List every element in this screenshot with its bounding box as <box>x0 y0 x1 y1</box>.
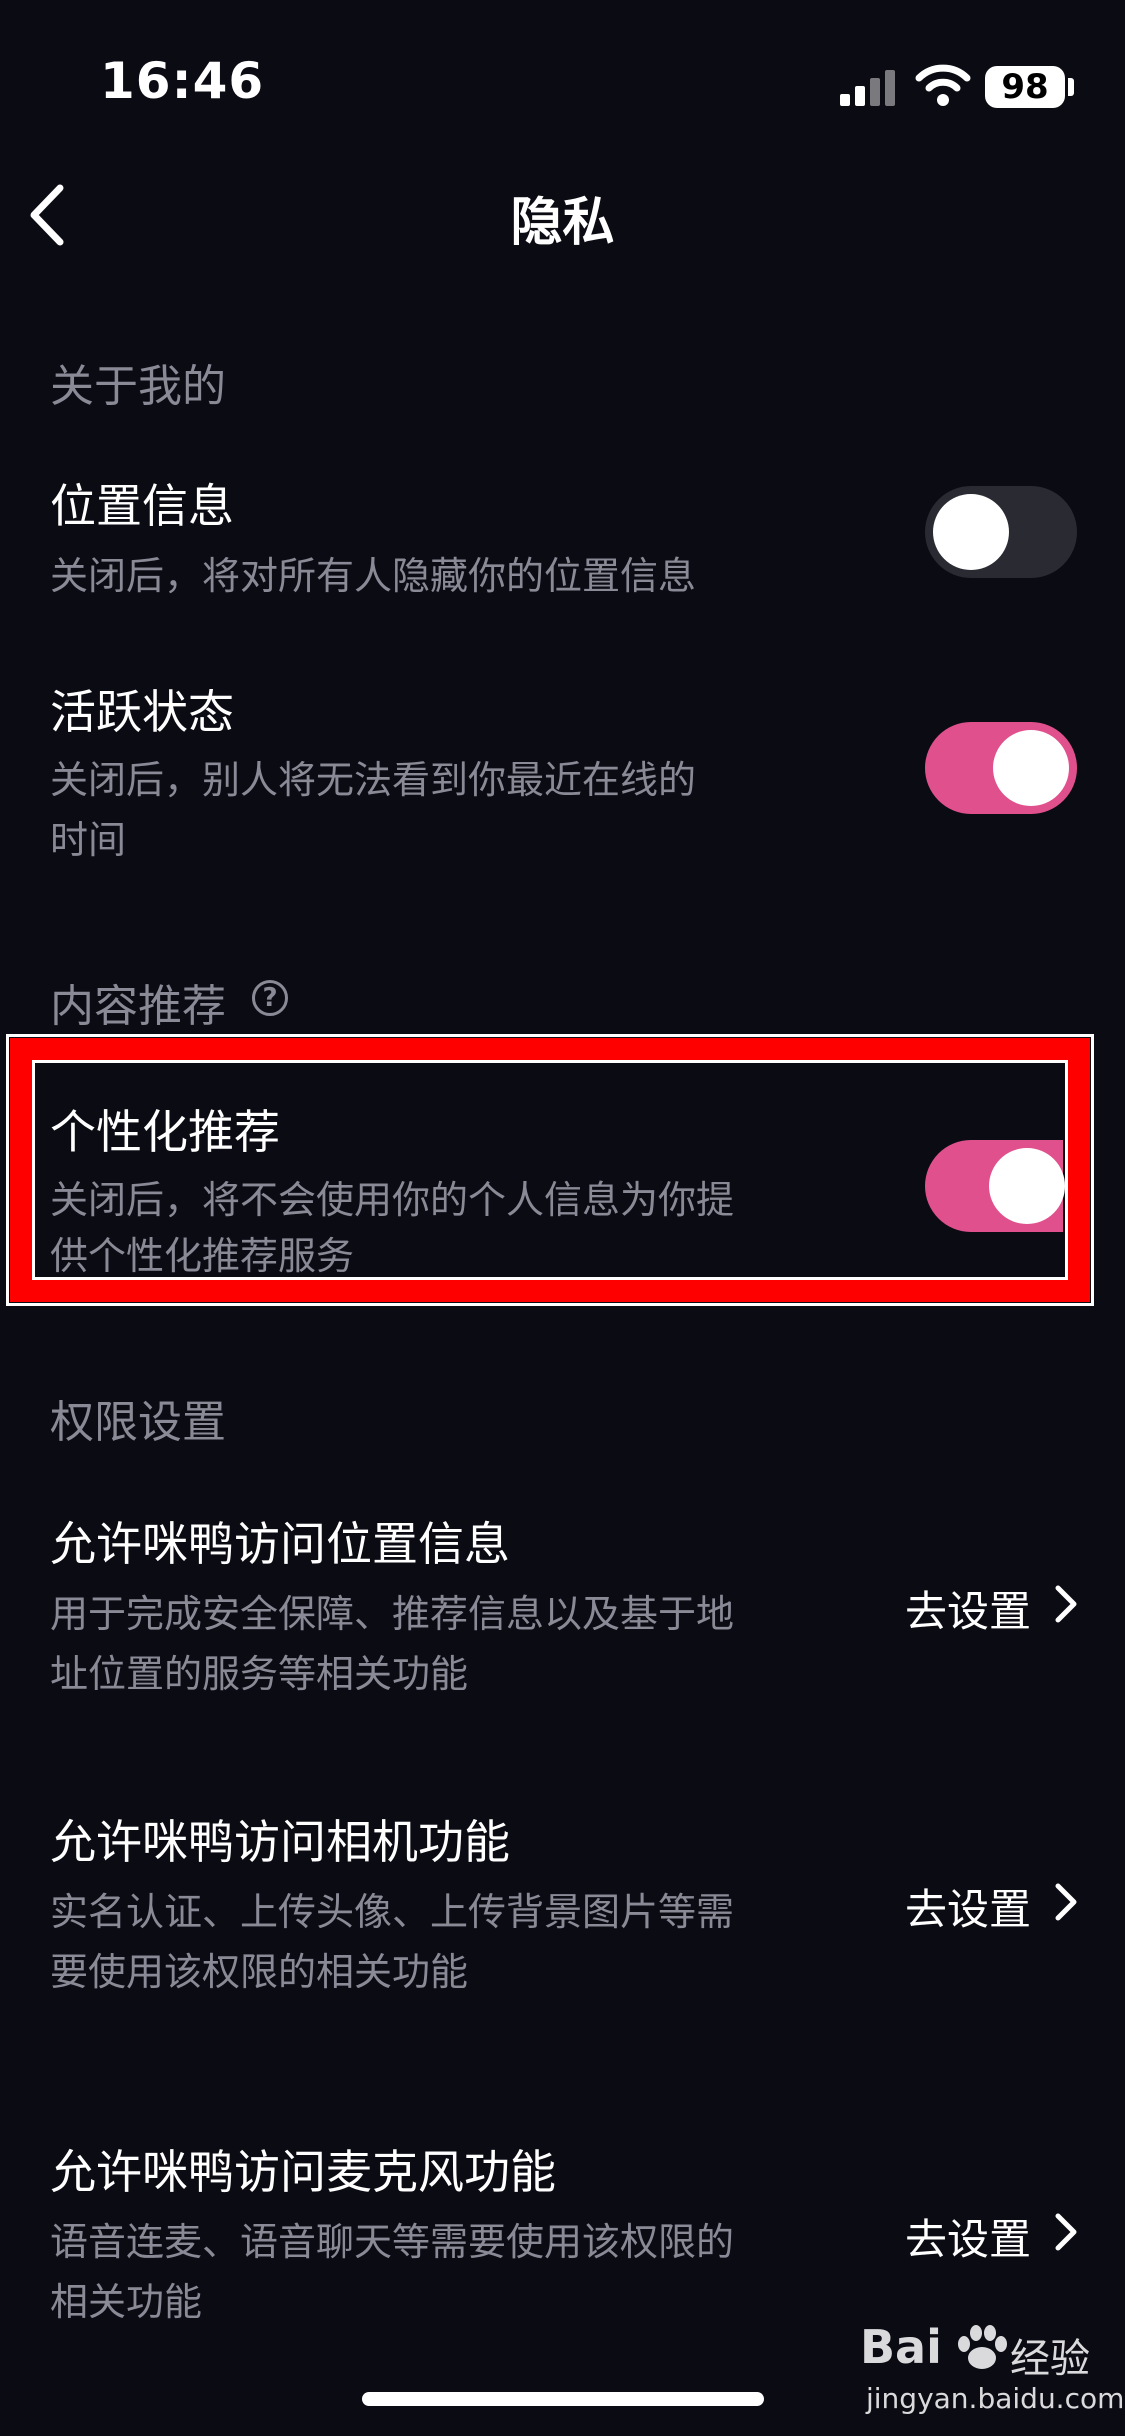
perm-mic-description-line1: 语音连麦、语音聊天等需要使用该权限的 <box>50 2220 735 2264</box>
cellular-signal-icon <box>840 70 896 106</box>
toggle-knob <box>993 730 1069 806</box>
location-title: 位置信息 <box>50 479 234 533</box>
watermark-brand: Bai <box>860 2320 942 2374</box>
help-icon[interactable]: ? <box>252 980 288 1016</box>
chevron-right-icon[interactable] <box>1050 1880 1080 1924</box>
perm-camera-title: 允许咪鸭访问相机功能 <box>50 1815 510 1869</box>
active-status-description-line1: 关闭后，别人将无法看到你最近在线的 <box>50 758 697 802</box>
perm-camera-description-line2: 要使用该权限的相关功能 <box>50 1950 469 1994</box>
watermark-sub: 经验 <box>1010 2336 1090 2382</box>
perm-location-description-line2: 址位置的服务等相关功能 <box>50 1652 469 1696</box>
baidu-paw-icon <box>958 2325 1007 2369</box>
status-time: 16:46 <box>100 52 265 110</box>
personalized-description-line1: 关闭后，将不会使用你的个人信息为你提 <box>50 1178 735 1222</box>
chevron-right-icon[interactable] <box>1050 2210 1080 2254</box>
perm-camera-settings-link[interactable]: 去设置 <box>905 1876 1031 1937</box>
wifi-icon <box>915 64 971 106</box>
battery-cap <box>1068 78 1074 96</box>
personalized-description-line2: 供个性化推荐服务 <box>50 1234 355 1278</box>
perm-location-title: 允许咪鸭访问位置信息 <box>50 1517 510 1571</box>
section-title-permissions: 权限设置 <box>50 1397 226 1448</box>
toggle-knob <box>933 494 1009 570</box>
home-indicator[interactable] <box>362 2392 764 2406</box>
page-title: 隐私 <box>510 193 615 253</box>
personalized-toggle[interactable] <box>925 1140 1065 1232</box>
perm-mic-title: 允许咪鸭访问麦克风功能 <box>50 2145 556 2199</box>
active-status-toggle[interactable] <box>925 722 1077 814</box>
perm-mic-description-line2: 相关功能 <box>50 2280 203 2324</box>
active-status-title: 活跃状态 <box>50 685 234 739</box>
watermark-url: jingyan.baidu.com <box>866 2382 1125 2415</box>
perm-camera-description-line1: 实名认证、上传头像、上传背景图片等需 <box>50 1890 735 1934</box>
toggle-knob <box>989 1148 1065 1224</box>
perm-location-description-line1: 用于完成安全保障、推荐信息以及基于地 <box>50 1592 735 1636</box>
chevron-right-icon[interactable] <box>1050 1582 1080 1626</box>
baidu-jingyan-watermark: Bai 经验 jingyan.baidu.com <box>860 2320 1124 2430</box>
battery-icon: 98 <box>985 66 1065 108</box>
active-status-description-line2: 时间 <box>50 818 127 862</box>
section-title-about-me: 关于我的 <box>50 361 226 412</box>
section-title-content-recommend: 内容推荐 <box>50 981 226 1032</box>
perm-mic-settings-link[interactable]: 去设置 <box>905 2206 1031 2267</box>
personalized-title: 个性化推荐 <box>50 1105 280 1159</box>
location-description: 关闭后，将对所有人隐藏你的位置信息 <box>50 554 697 598</box>
location-toggle[interactable] <box>925 486 1077 578</box>
perm-location-settings-link[interactable]: 去设置 <box>905 1578 1031 1639</box>
